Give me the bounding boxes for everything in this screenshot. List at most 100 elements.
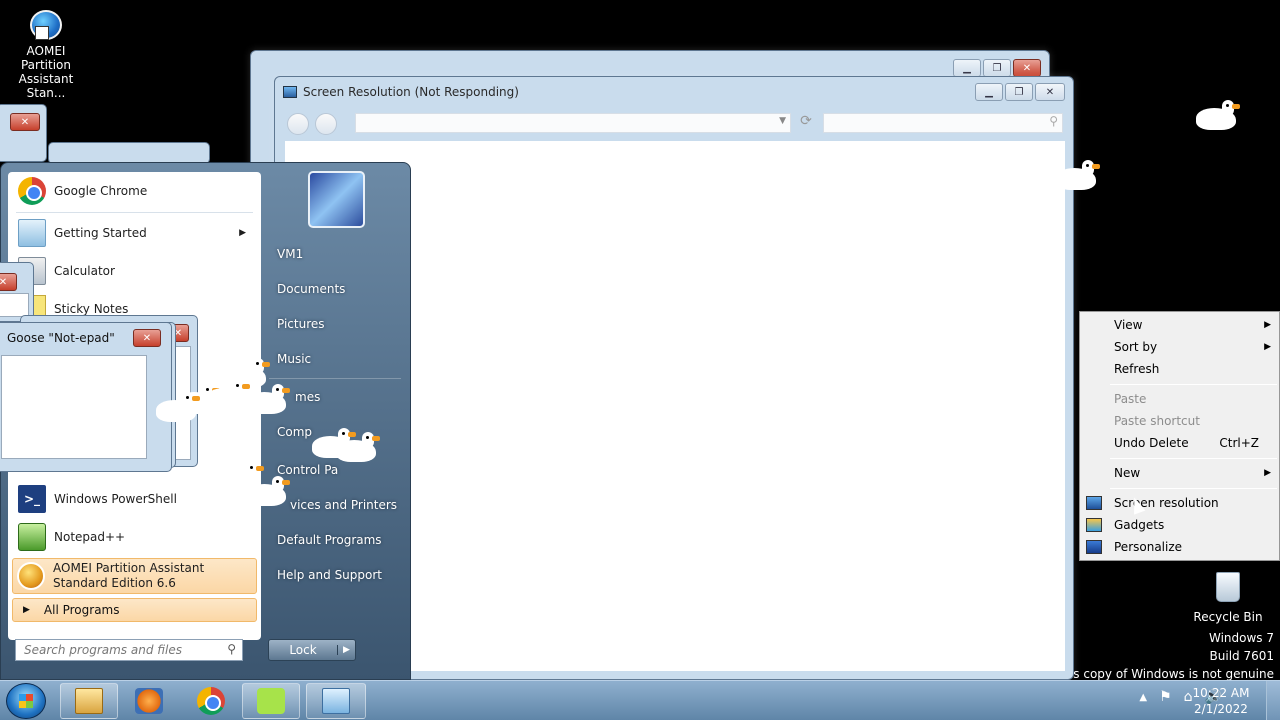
start-item-label: Sticky Notes bbox=[54, 302, 129, 316]
menu-item-paste: Paste bbox=[1114, 388, 1271, 410]
forward-button[interactable] bbox=[315, 113, 337, 135]
taskbar-chrome-button[interactable] bbox=[182, 683, 240, 719]
maximize-button[interactable]: ❐ bbox=[1005, 83, 1033, 101]
menu-item-sort-by[interactable]: Sort by ▶ bbox=[1114, 336, 1271, 358]
action-center-icon[interactable]: ⚑ bbox=[1159, 689, 1172, 705]
desktop-icon-aomei[interactable]: AOMEI Partition Assistant Stan... bbox=[2, 10, 90, 100]
notepad-content[interactable] bbox=[1, 355, 147, 459]
start-link-pictures[interactable]: Pictures bbox=[277, 317, 325, 331]
desktop-icon-recycle-bin[interactable]: Recycle Bin bbox=[1188, 572, 1268, 624]
refresh-icon[interactable]: ⟳ bbox=[793, 113, 819, 133]
navigation-bar: ▼ ⟳ ⚲ bbox=[285, 111, 1063, 135]
chrome-icon bbox=[18, 177, 46, 205]
explorer-icon bbox=[75, 688, 103, 714]
menu-item-view[interactable]: View ▶ bbox=[1114, 314, 1271, 336]
background-window[interactable]: ✕ bbox=[0, 104, 47, 162]
menu-item-label: Gadgets bbox=[1114, 518, 1165, 532]
menu-separator bbox=[1110, 458, 1277, 459]
show-hidden-icons-icon[interactable]: ▲ bbox=[1139, 689, 1147, 705]
goose-sprite bbox=[336, 432, 380, 462]
start-link-default-programs[interactable]: Default Programs bbox=[277, 533, 382, 547]
chevron-down-icon[interactable]: ▼ bbox=[779, 116, 786, 126]
start-link-documents[interactable]: Documents bbox=[277, 282, 345, 296]
aomei-icon bbox=[30, 10, 62, 40]
start-link-devices-printers[interactable]: vices and Printers bbox=[290, 498, 397, 512]
start-button[interactable] bbox=[6, 683, 46, 719]
menu-item-label: Paste shortcut bbox=[1114, 414, 1200, 428]
lock-button[interactable]: Lock ▶ bbox=[268, 639, 356, 661]
start-item-label: AOMEI Partition Assistant bbox=[53, 561, 205, 575]
menu-item-shortcut: Ctrl+Z bbox=[1219, 436, 1259, 450]
desktop-icon-label: Recycle Bin bbox=[1193, 610, 1263, 624]
menu-separator bbox=[1110, 488, 1277, 489]
start-item-notepadpp[interactable]: Notepad++ bbox=[14, 519, 256, 555]
notepad-content[interactable] bbox=[0, 293, 29, 317]
start-link-control-panel[interactable]: Control Pa bbox=[277, 463, 338, 477]
start-item-chrome[interactable]: Google Chrome bbox=[14, 173, 256, 209]
user-avatar[interactable] bbox=[308, 171, 365, 228]
chevron-right-icon[interactable]: ▶ bbox=[337, 645, 355, 655]
submenu-arrow-icon: ▶ bbox=[1264, 320, 1271, 330]
menu-item-label: View bbox=[1114, 318, 1143, 332]
menu-item-label: Refresh bbox=[1114, 362, 1160, 376]
menu-item-label: Sort by bbox=[1114, 340, 1158, 354]
goose-notepad-window[interactable]: Goose "Not-epad" ✕ bbox=[0, 322, 172, 472]
submenu-arrow-icon: ▶ bbox=[1264, 342, 1271, 352]
taskbar-explorer-button[interactable] bbox=[60, 683, 118, 719]
show-desktop-button[interactable] bbox=[1266, 681, 1280, 720]
taskbar: ▲ ⚑ ⌂ 🔊 10:22 AM 2/1/2022 bbox=[0, 680, 1280, 720]
menu-item-gadgets[interactable]: Gadgets bbox=[1114, 514, 1271, 536]
powershell-icon: >_ bbox=[18, 485, 46, 513]
start-item-calculator[interactable]: Calculator bbox=[14, 253, 256, 289]
lock-label: Lock bbox=[289, 643, 317, 657]
taskbar-media-player-button[interactable] bbox=[120, 683, 178, 719]
title-bar[interactable]: Screen Resolution (Not Responding) bbox=[275, 77, 1073, 107]
menu-item-new[interactable]: New ▶ bbox=[1114, 462, 1271, 484]
search-input[interactable]: ⚲ bbox=[823, 113, 1063, 133]
minimize-button[interactable]: ▁ bbox=[975, 83, 1003, 101]
divider bbox=[269, 378, 401, 379]
taskbar-goose-button[interactable] bbox=[242, 683, 300, 719]
close-button[interactable]: ✕ bbox=[10, 113, 40, 131]
start-search-placeholder: Search programs and files bbox=[24, 643, 182, 657]
watermark-line: Build 7601 bbox=[1209, 649, 1274, 663]
menu-item-refresh[interactable]: Refresh bbox=[1114, 358, 1271, 380]
close-button[interactable]: ✕ bbox=[1013, 59, 1041, 77]
menu-item-personalize[interactable]: Personalize bbox=[1114, 536, 1271, 558]
recycle-bin-icon bbox=[1216, 572, 1240, 602]
maximize-button[interactable]: ❐ bbox=[983, 59, 1011, 77]
goose-sprite bbox=[156, 392, 200, 422]
close-button[interactable]: ✕ bbox=[0, 273, 17, 291]
goose-sprite bbox=[1056, 160, 1100, 190]
control-panel-icon bbox=[322, 688, 350, 714]
address-bar[interactable]: ▼ bbox=[355, 113, 791, 133]
start-link-computer[interactable]: Comp bbox=[277, 425, 312, 439]
personalize-icon bbox=[1086, 540, 1102, 554]
goose-notepad-window[interactable]: ✕ bbox=[0, 262, 34, 322]
menu-item-label: Undo Delete bbox=[1114, 436, 1189, 450]
start-search-input[interactable]: Search programs and files ⚲ bbox=[15, 639, 243, 661]
back-button[interactable] bbox=[287, 113, 309, 135]
start-link-user[interactable]: VM1 bbox=[277, 247, 303, 261]
close-button[interactable]: ✕ bbox=[1035, 83, 1065, 101]
start-link-music[interactable]: Music bbox=[277, 352, 311, 366]
all-programs-label: All Programs bbox=[43, 603, 120, 617]
start-item-getting-started[interactable]: Getting Started ▶ bbox=[14, 215, 256, 251]
minimize-button[interactable]: ▁ bbox=[953, 59, 981, 77]
all-programs-button[interactable]: ▶ All Programs bbox=[12, 598, 257, 622]
taskbar-control-panel-button[interactable] bbox=[306, 683, 366, 719]
window-title: Goose "Not-epad" bbox=[7, 331, 115, 345]
submenu-arrow-icon: ▶ bbox=[1264, 468, 1271, 478]
clock[interactable]: 10:22 AM 2/1/2022 bbox=[1186, 685, 1256, 717]
background-window[interactable] bbox=[48, 142, 210, 164]
search-icon: ⚲ bbox=[227, 642, 236, 656]
search-icon: ⚲ bbox=[1049, 114, 1058, 128]
goose-app-icon bbox=[257, 688, 285, 714]
start-link-help[interactable]: Help and Support bbox=[277, 568, 382, 582]
start-item-aomei[interactable]: AOMEI Partition Assistant Standard Editi… bbox=[12, 558, 257, 594]
window-controls: ▁ ❐ ✕ bbox=[953, 59, 1041, 77]
menu-item-undo-delete[interactable]: Undo Delete Ctrl+Z bbox=[1114, 432, 1271, 454]
start-link-games[interactable]: mes bbox=[295, 390, 320, 404]
goose-sprite bbox=[1196, 100, 1240, 130]
close-button[interactable]: ✕ bbox=[133, 329, 161, 347]
